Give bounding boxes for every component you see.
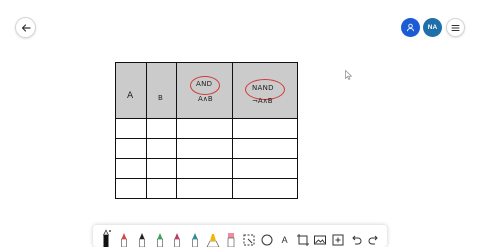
undo-icon bbox=[352, 235, 362, 245]
highlighter-tool[interactable] bbox=[204, 227, 222, 247]
shapes-icon bbox=[261, 234, 273, 246]
eraser-tool[interactable] bbox=[222, 227, 240, 247]
truth-table[interactable]: A B AND A∧B NAND ¬A∧B bbox=[115, 62, 299, 200]
red-marker-tool[interactable] bbox=[115, 227, 133, 247]
column-a-label: A bbox=[127, 91, 134, 101]
avatar-initials: NA bbox=[427, 24, 438, 31]
column-nand-expression: ¬A∧B bbox=[252, 97, 273, 105]
blue-marker-icon bbox=[174, 233, 181, 247]
black-marker-tool[interactable] bbox=[133, 227, 151, 247]
yellow-highlighter-icon bbox=[206, 234, 220, 247]
person-icon bbox=[406, 23, 415, 32]
arrow-left-icon bbox=[21, 23, 31, 32]
column-b-label: B bbox=[158, 94, 163, 102]
column-nand-label: NAND bbox=[252, 84, 274, 92]
lasso-icon bbox=[243, 234, 255, 246]
text-icon: A bbox=[281, 235, 288, 245]
shapes-tool[interactable] bbox=[258, 227, 276, 247]
teal-marker-icon bbox=[192, 233, 199, 247]
add-box-tool[interactable] bbox=[329, 227, 347, 247]
column-and-expression: A∧B bbox=[198, 95, 213, 103]
user-avatar[interactable]: NA bbox=[423, 18, 442, 37]
text-tool[interactable]: A bbox=[276, 227, 294, 247]
pen-tool[interactable] bbox=[97, 227, 115, 247]
column-and-label: AND bbox=[196, 80, 213, 88]
image-icon bbox=[314, 235, 327, 245]
teal-marker-tool[interactable] bbox=[186, 227, 204, 247]
hamburger-icon bbox=[451, 24, 460, 31]
crop-tool[interactable] bbox=[294, 227, 312, 247]
eraser-icon bbox=[227, 233, 235, 247]
image-tool[interactable] bbox=[312, 227, 330, 247]
redo-icon bbox=[368, 235, 378, 245]
share-button[interactable] bbox=[401, 18, 420, 37]
mouse-cursor-icon bbox=[345, 70, 352, 80]
back-button[interactable] bbox=[15, 17, 36, 38]
lasso-tool[interactable] bbox=[240, 227, 258, 247]
menu-button[interactable] bbox=[446, 18, 465, 37]
green-marker-tool[interactable] bbox=[151, 227, 169, 247]
green-marker-icon bbox=[156, 233, 163, 247]
black-marker-icon bbox=[138, 233, 145, 247]
magenta-marker-tool[interactable] bbox=[169, 227, 187, 247]
crop-icon bbox=[296, 234, 309, 246]
pen-icon bbox=[102, 229, 111, 247]
undo-button[interactable] bbox=[347, 227, 365, 247]
redo-button[interactable] bbox=[365, 227, 383, 247]
red-marker-icon bbox=[121, 233, 127, 247]
add-box-icon bbox=[332, 234, 344, 246]
